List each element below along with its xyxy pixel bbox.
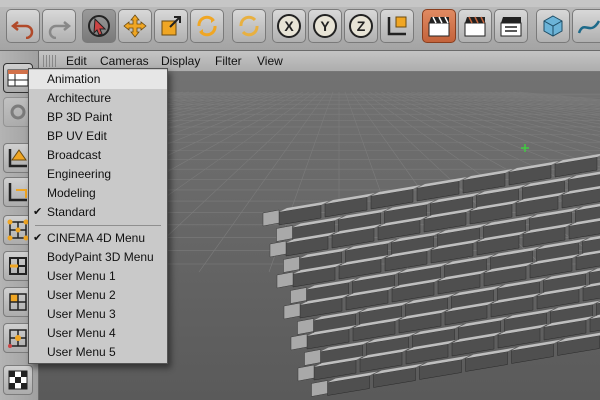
axis-model-icon <box>8 149 27 168</box>
undo-icon <box>10 21 34 39</box>
uv-points-icon <box>8 329 27 348</box>
layout-menu-item[interactable]: BodyPaint 3D Menu <box>29 248 167 267</box>
layout-menu-item-label: Broadcast <box>47 148 102 162</box>
layout-menu-item[interactable]: BP UV Edit <box>29 127 167 146</box>
layout-menu-item-label: User Menu 2 <box>47 288 116 302</box>
render-view-button[interactable] <box>422 9 456 43</box>
z-axis-lock-button[interactable]: Z <box>344 9 378 43</box>
layout-menu-item[interactable]: ✔ CINEMA 4D Menu <box>29 229 167 248</box>
viewport-menu-display[interactable]: Display <box>161 54 200 68</box>
layout-menu-item[interactable]: Modeling <box>29 184 167 203</box>
layout-menu-item-label: Engineering <box>47 167 112 181</box>
coordinate-system-button[interactable] <box>380 9 414 43</box>
layout-dropdown-menu: Animation Architecture BP 3D Paint BP UV Ed… <box>28 68 168 364</box>
layout-menu-item[interactable]: Architecture <box>29 89 167 108</box>
points-icon <box>7 219 29 241</box>
rotate-tool-button[interactable] <box>190 9 224 43</box>
x-axis-icon: X <box>277 14 301 38</box>
clapperboard-icon <box>428 16 450 37</box>
move-tool-button[interactable] <box>118 9 152 43</box>
redo-button[interactable] <box>42 9 76 43</box>
viewport-menu-cameras[interactable]: Cameras <box>100 54 149 68</box>
layout-grid-icon <box>7 69 29 87</box>
recent-tool-button[interactable] <box>232 9 266 43</box>
clapperboard-icon <box>464 16 486 37</box>
viewport-menu-view[interactable]: View <box>257 54 283 68</box>
scale-tool-button[interactable] <box>154 9 188 43</box>
layout-menu-item[interactable]: User Menu 4 <box>29 324 167 343</box>
clapperboard-settings-icon <box>500 17 522 37</box>
rotate-small-icon <box>239 15 259 37</box>
rotate-icon <box>197 15 217 37</box>
layout-menu-item-label: Standard <box>47 205 96 219</box>
layout-menu-item-label: BP UV Edit <box>47 129 107 143</box>
layout-menu-item-label: User Menu 3 <box>47 307 116 321</box>
layout-menu-item[interactable]: Animation <box>29 70 167 89</box>
gear-icon <box>10 104 26 120</box>
cube-primitive-button[interactable] <box>536 9 570 43</box>
checkmark-icon: ✔ <box>33 232 43 244</box>
menu-separator <box>35 225 161 226</box>
y-axis-lock-button[interactable]: Y <box>308 9 342 43</box>
layout-menu-item-label: User Menu 4 <box>47 326 116 340</box>
layout-menu-item-label: User Menu 1 <box>47 269 116 283</box>
cube-icon <box>543 15 563 37</box>
layout-menu-item-label: Animation <box>47 72 101 86</box>
layout-menu-item[interactable]: BP 3D Paint <box>29 108 167 127</box>
texture-mode-button[interactable] <box>3 365 33 395</box>
layout-menu-item-label: BP 3D Paint <box>47 110 113 124</box>
layout-menu-item-label: CINEMA 4D Menu <box>47 231 146 245</box>
layout-menu-item-label: Architecture <box>47 91 112 105</box>
layout-menu-item[interactable]: ✔ Standard <box>29 203 167 222</box>
checkerboard-icon <box>8 370 28 390</box>
spline-pen-icon <box>577 20 600 34</box>
x-axis-lock-button[interactable]: X <box>272 9 306 43</box>
live-selection-button[interactable] <box>82 9 116 43</box>
layout-menu-item[interactable]: User Menu 5 <box>29 343 167 362</box>
z-axis-icon: Z <box>349 14 373 38</box>
render-settings-button[interactable] <box>494 9 528 43</box>
layout-menu-item-label: Modeling <box>47 186 96 200</box>
polygons-icon <box>9 293 27 311</box>
menubar-grip-icon[interactable] <box>43 55 57 67</box>
edges-icon <box>9 257 27 275</box>
render-to-picture-viewer-button[interactable] <box>458 9 492 43</box>
undo-button[interactable] <box>6 9 40 43</box>
layout-menu-item-label: BodyPaint 3D Menu <box>47 250 154 264</box>
y-axis-icon: Y <box>313 14 337 38</box>
layout-menu-item[interactable]: User Menu 3 <box>29 305 167 324</box>
coordinate-system-icon <box>387 16 407 36</box>
redo-icon <box>48 21 72 39</box>
layout-menu-item[interactable]: Engineering <box>29 165 167 184</box>
layout-menu-item[interactable]: User Menu 1 <box>29 267 167 286</box>
viewport-menu-edit[interactable]: Edit <box>66 54 87 68</box>
viewport-menu-filter[interactable]: Filter <box>215 54 242 68</box>
layout-menu-item-label: User Menu 5 <box>47 345 116 359</box>
object-axis-icon <box>8 183 27 202</box>
move-arrows-icon <box>123 14 147 38</box>
cursor-select-icon <box>88 15 110 37</box>
spline-pen-button[interactable] <box>572 9 600 43</box>
layout-menu-item[interactable]: User Menu 2 <box>29 286 167 305</box>
checkmark-icon: ✔ <box>33 206 43 218</box>
layout-menu-item[interactable]: Broadcast <box>29 146 167 165</box>
scale-icon <box>161 16 181 36</box>
app-menubar-strip <box>0 0 600 7</box>
main-toolbar: X Y Z <box>0 0 600 51</box>
